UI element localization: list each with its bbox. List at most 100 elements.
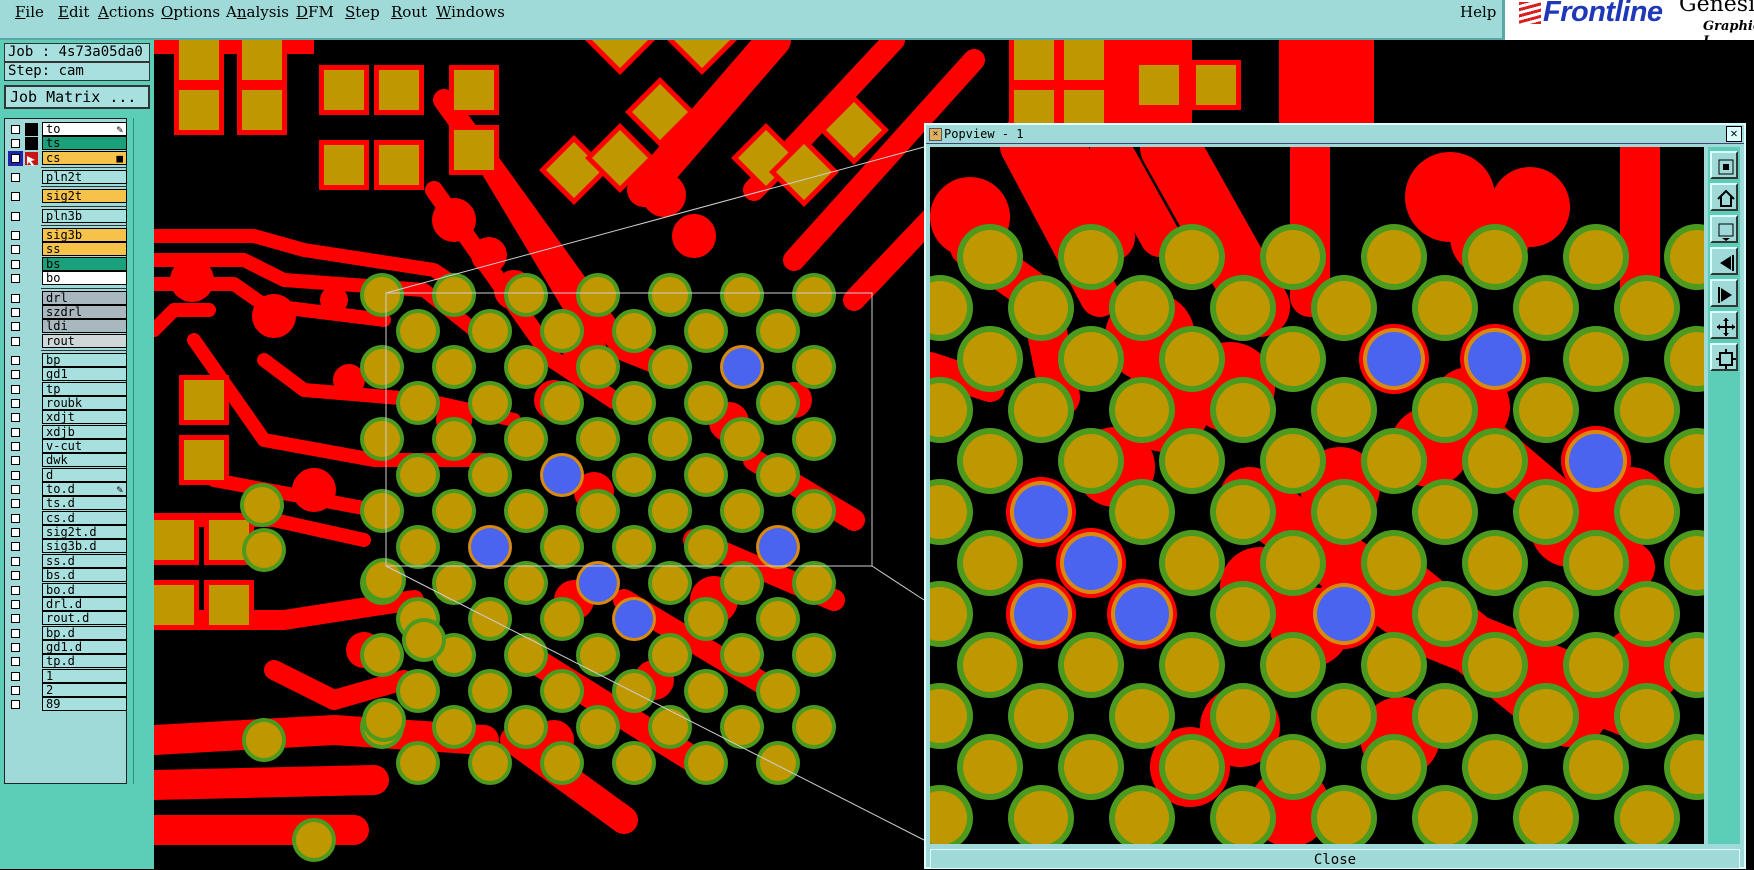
layer-name[interactable]: v-cut [42,439,127,453]
layer-checkbox[interactable] [11,657,20,667]
layer-checkbox[interactable] [11,259,20,269]
layer-checkbox[interactable] [11,293,20,303]
layer-row-gd1[interactable]: gd1 [5,367,127,382]
zoom-prev-button[interactable] [1710,215,1738,243]
layer-checkbox[interactable] [11,513,20,523]
layer-checkbox[interactable] [11,231,20,241]
layer-name[interactable]: bo [42,271,127,286]
zoom-in-button[interactable] [1710,311,1738,339]
layer-row-ss[interactable]: ss [5,242,127,257]
layer-checkbox[interactable] [11,336,20,346]
layer-checkbox[interactable] [11,192,20,202]
menu-step[interactable]: Step [345,3,380,21]
layer-name[interactable]: drl [42,290,127,305]
job-matrix-button[interactable]: Job Matrix ... [4,85,150,109]
layer-name[interactable]: cs.d [42,510,127,525]
layer-checkbox[interactable] [11,384,20,394]
layer-name[interactable]: xdjt [42,410,127,425]
layer-name[interactable]: tp [42,381,127,396]
layer-name[interactable]: xdjb [42,424,127,439]
layer-name[interactable]: sig3b [42,228,127,243]
layer-row-2[interactable]: 2 [5,682,127,698]
layer-name[interactable]: rout.d [42,611,127,626]
layer-row-xdjb[interactable]: xdjb [5,424,127,440]
zoom-out-button[interactable] [1710,343,1738,371]
layer-checkbox[interactable] [11,413,20,423]
layer-row-rout[interactable]: rout [5,333,127,349]
layer-name[interactable]: dwk [42,453,127,468]
layer-row-dwk[interactable]: dwk [5,453,127,468]
layer-checkbox[interactable] [11,139,20,149]
layer-name[interactable]: ts [42,136,127,151]
layer-name[interactable]: bs [42,256,127,271]
layer-row-1[interactable]: 1 [5,668,127,684]
layer-checkbox[interactable] [11,173,20,183]
layer-row-cs[interactable]: cs ■ [5,150,127,166]
pan-left-button[interactable] [1710,247,1738,275]
menu-options[interactable]: Options [161,3,220,21]
layer-name[interactable]: 1 [42,668,127,683]
layer-checkbox[interactable] [11,211,20,221]
layer-row-bs[interactable]: bs [5,256,127,272]
layer-checkbox[interactable] [11,571,20,581]
close-button[interactable]: Close [930,849,1740,869]
popview-zoom-view[interactable] [930,147,1704,844]
layer-row-ldi[interactable]: ldi [5,319,127,334]
layer-name[interactable]: bo.d [42,582,127,597]
layer-checkbox[interactable] [11,614,20,624]
layer-name[interactable]: sig3b.d [42,539,127,554]
menu-file[interactable]: File [15,3,44,21]
layer-name[interactable]: drl.d [42,596,127,611]
layer-name[interactable]: sig2t [42,189,127,204]
layer-checkbox[interactable] [11,671,20,681]
layer-name[interactable]: roubk [42,395,127,410]
layer-row-sig2t.d[interactable]: sig2t.d [5,525,127,540]
menu-rout[interactable]: Rout [391,3,427,21]
layer-name[interactable]: bp.d [42,625,127,640]
popview-pcb[interactable] [930,147,1704,844]
layer-name[interactable]: tp.d [42,654,127,669]
layer-checkbox[interactable] [11,355,20,365]
layer-checkbox[interactable] [11,470,20,480]
layer-row-roubk[interactable]: roubk [5,395,127,411]
layer-checkbox[interactable] [11,542,20,552]
layer-row-ts.d[interactable]: ts.d [5,496,127,511]
layer-name[interactable]: 2 [42,682,127,697]
layer-name[interactable]: gd1 [42,367,127,382]
layer-checkbox[interactable] [11,274,20,284]
layer-checkbox[interactable] [11,245,20,255]
layer-name[interactable]: szdrl [42,304,127,319]
close-icon[interactable]: ✕ [1726,126,1742,142]
layer-checkbox[interactable] [11,556,20,566]
layer-row-sig3b[interactable]: sig3b [5,228,127,243]
layer-name[interactable]: to.d ✎ [42,482,127,497]
layer-row-pln2t[interactable]: pln2t [5,170,127,185]
layer-name[interactable]: d [42,467,127,482]
layer-checkbox[interactable] [11,585,20,595]
layer-checkbox[interactable] [11,456,20,466]
menu-dfm[interactable]: DFM [296,3,334,21]
layer-row-to[interactable]: to ✎ [5,122,127,137]
layer-name[interactable]: ts.d [42,496,127,511]
layer-checkbox[interactable] [11,442,20,451]
menu-windows[interactable]: Windows [436,3,505,21]
layer-row-bp[interactable]: bp [5,352,127,368]
layer-checkbox[interactable] [11,642,20,652]
layer-checkbox[interactable] [11,427,20,437]
layer-name[interactable]: 89 [42,697,127,712]
layer-name[interactable]: bp [42,352,127,367]
menu-analysis[interactable]: Analysis [226,3,289,21]
layer-checkbox[interactable] [11,307,20,317]
layer-row-bp.d[interactable]: bp.d [5,625,127,641]
layer-row-pln3b[interactable]: pln3b [5,208,127,224]
layer-row-drl[interactable]: drl [5,290,127,306]
layer-row-gd1.d[interactable]: gd1.d [5,639,127,655]
layer-checkbox[interactable] [11,499,20,509]
pan-right-button[interactable] [1710,279,1738,307]
layer-name[interactable]: sig2t.d [42,525,127,540]
zoom-home-button[interactable] [1710,183,1738,211]
layer-name[interactable]: to ✎ [42,122,127,136]
layer-row-sig3b.d[interactable]: sig3b.d [5,539,127,554]
layer-checkbox[interactable] [11,700,20,710]
layer-row-89[interactable]: 89 [5,697,127,712]
